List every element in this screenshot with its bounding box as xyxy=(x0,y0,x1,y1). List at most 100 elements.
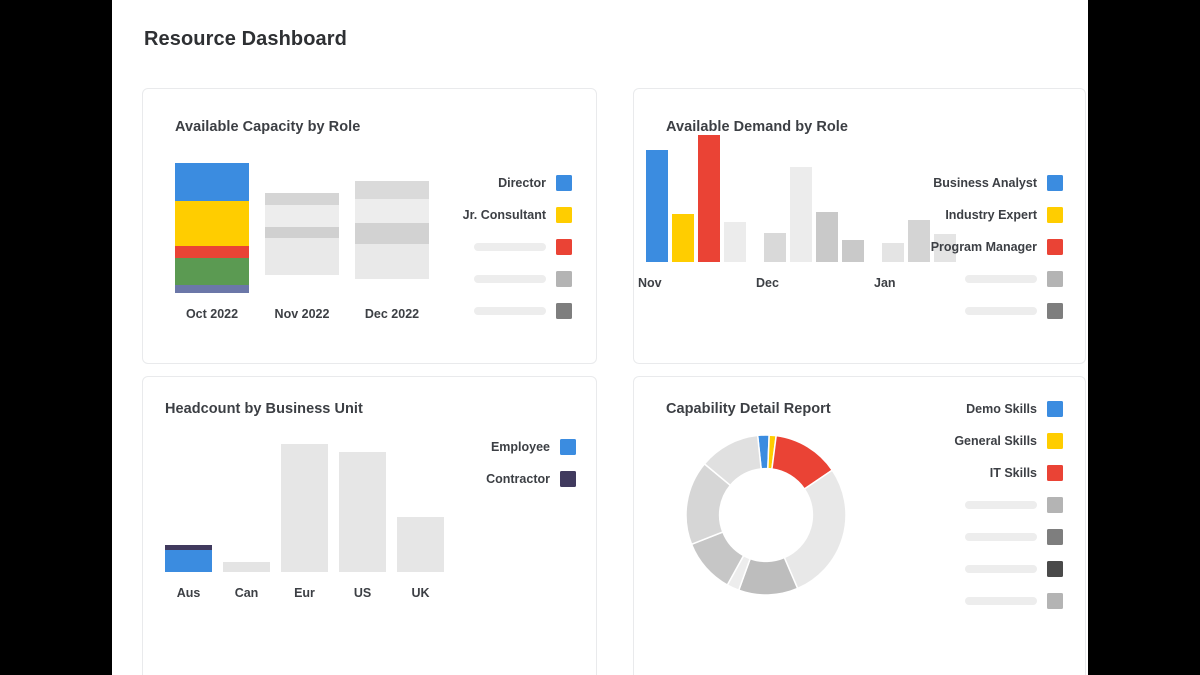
legend-label-skeleton xyxy=(965,501,1037,509)
legend-swatch xyxy=(556,207,572,223)
dashboard-page: Resource Dashboard Available Capacity by… xyxy=(112,0,1088,675)
legend-label-skeleton xyxy=(474,243,546,251)
legend-item-placeholder[interactable] xyxy=(903,561,1063,577)
legend-swatch xyxy=(560,471,576,487)
bar[interactable] xyxy=(698,135,720,262)
legend-item-placeholder[interactable] xyxy=(432,239,572,255)
bar-placeholder[interactable] xyxy=(790,167,812,262)
x-axis-label: Dec 2022 xyxy=(364,307,420,321)
legend-swatch xyxy=(556,175,572,191)
legend-item-placeholder[interactable] xyxy=(432,271,572,287)
legend-headcount[interactable]: Employee Contractor xyxy=(436,439,576,503)
legend-item-placeholder[interactable] xyxy=(883,271,1063,287)
chart-headcount[interactable]: Aus Can Eur US UK xyxy=(165,437,445,600)
legend-item[interactable]: Employee xyxy=(436,439,576,455)
card-available-demand[interactable]: Available Demand by Role Nov Dec Jan Busin… xyxy=(633,88,1086,364)
bar-column[interactable] xyxy=(265,193,339,293)
legend-item-placeholder[interactable] xyxy=(883,303,1063,319)
legend-item-placeholder[interactable] xyxy=(903,497,1063,513)
card-title-headcount: Headcount by Business Unit xyxy=(165,401,363,417)
bar-segment[interactable] xyxy=(175,246,249,258)
x-axis-label: US xyxy=(353,586,372,600)
bar-placeholder[interactable] xyxy=(724,222,746,262)
legend-item[interactable]: Program Manager xyxy=(883,239,1063,255)
bar-segment[interactable] xyxy=(175,258,249,285)
legend-swatch xyxy=(1047,239,1063,255)
chart-capability-donut[interactable] xyxy=(682,431,850,599)
card-capability-detail[interactable]: Capability Detail Report Demo Skills Gene… xyxy=(633,376,1086,675)
donut-segment[interactable] xyxy=(783,469,847,590)
legend-label-skeleton xyxy=(474,307,546,315)
legend-swatch xyxy=(1047,465,1063,481)
legend-item-placeholder[interactable] xyxy=(432,303,572,319)
bar-segment-placeholder xyxy=(355,199,429,223)
bar-segment-placeholder xyxy=(265,205,339,227)
card-title-capacity: Available Capacity by Role xyxy=(175,119,361,135)
legend-swatch xyxy=(1047,175,1063,191)
legend-label-skeleton xyxy=(965,307,1037,315)
legend-swatch xyxy=(560,439,576,455)
legend-item[interactable]: IT Skills xyxy=(903,465,1063,481)
bar-segment[interactable] xyxy=(175,163,249,201)
legend-item[interactable]: Demo Skills xyxy=(903,401,1063,417)
bar-column[interactable] xyxy=(223,562,270,572)
bar-segment-contractor[interactable] xyxy=(165,545,212,550)
legend-item[interactable]: Contractor xyxy=(436,471,576,487)
page-title: Resource Dashboard xyxy=(144,28,347,50)
legend-item[interactable]: General Skills xyxy=(903,433,1063,449)
legend-swatch xyxy=(1047,593,1063,609)
legend-swatch xyxy=(556,271,572,287)
legend-item[interactable]: Business Analyst xyxy=(883,175,1063,191)
chart-available-capacity[interactable]: Oct 2022 Nov 2022 Dec 2022 xyxy=(175,163,445,321)
chart-available-demand[interactable]: Nov Dec Jan xyxy=(638,135,956,290)
bar-column[interactable] xyxy=(175,163,249,293)
legend-item-placeholder[interactable] xyxy=(903,529,1063,545)
bar-column[interactable] xyxy=(281,444,328,572)
legend-item[interactable]: Director xyxy=(432,175,572,191)
legend-label: Business Analyst xyxy=(933,176,1037,190)
donut-chart xyxy=(685,434,847,596)
legend-available-demand[interactable]: Business Analyst Industry Expert Program M… xyxy=(883,175,1063,335)
bar-placeholder[interactable] xyxy=(764,233,786,262)
bar-column[interactable] xyxy=(355,181,429,293)
bar-column[interactable] xyxy=(339,452,386,572)
bar-segment-placeholder xyxy=(265,227,339,238)
bar-column[interactable] xyxy=(397,517,444,572)
bar-placeholder[interactable] xyxy=(842,240,864,262)
legend-item[interactable]: Jr. Consultant xyxy=(432,207,572,223)
bar-segment[interactable] xyxy=(175,285,249,293)
bar-placeholder[interactable] xyxy=(816,212,838,262)
legend-label: Demo Skills xyxy=(966,402,1037,416)
card-title-demand: Available Demand by Role xyxy=(666,119,848,135)
bar-column[interactable] xyxy=(165,545,212,572)
legend-item-placeholder[interactable] xyxy=(903,593,1063,609)
legend-label: Director xyxy=(498,176,546,190)
legend-capability-detail[interactable]: Demo Skills General Skills IT Skills xyxy=(903,401,1063,625)
card-headcount[interactable]: Headcount by Business Unit Aus Can Eur US UK… xyxy=(142,376,597,675)
legend-label: Industry Expert xyxy=(945,208,1037,222)
x-axis-label: Aus xyxy=(176,586,201,600)
legend-swatch xyxy=(1047,561,1063,577)
card-title-capability: Capability Detail Report xyxy=(666,401,831,417)
x-axis-label: Eur xyxy=(294,586,315,600)
legend-swatch xyxy=(1047,271,1063,287)
bar[interactable] xyxy=(672,214,694,262)
legend-available-capacity[interactable]: Director Jr. Consultant xyxy=(432,175,572,335)
legend-label-skeleton xyxy=(965,565,1037,573)
legend-label: IT Skills xyxy=(989,466,1037,480)
bar-segment[interactable] xyxy=(175,201,249,246)
legend-label: General Skills xyxy=(954,434,1037,448)
legend-label-skeleton xyxy=(965,275,1037,283)
legend-label: Contractor xyxy=(486,472,550,486)
bar[interactable] xyxy=(646,150,668,262)
legend-label-skeleton xyxy=(965,597,1037,605)
x-axis-label: Oct 2022 xyxy=(185,307,239,321)
legend-label: Program Manager xyxy=(930,240,1037,254)
legend-item[interactable]: Industry Expert xyxy=(883,207,1063,223)
card-available-capacity[interactable]: Available Capacity by Role Oct 2022 Nov 2… xyxy=(142,88,597,364)
legend-swatch xyxy=(556,303,572,319)
legend-swatch xyxy=(556,239,572,255)
legend-swatch xyxy=(1047,401,1063,417)
bar-segment-placeholder xyxy=(265,193,339,205)
legend-label: Jr. Consultant xyxy=(462,208,546,222)
